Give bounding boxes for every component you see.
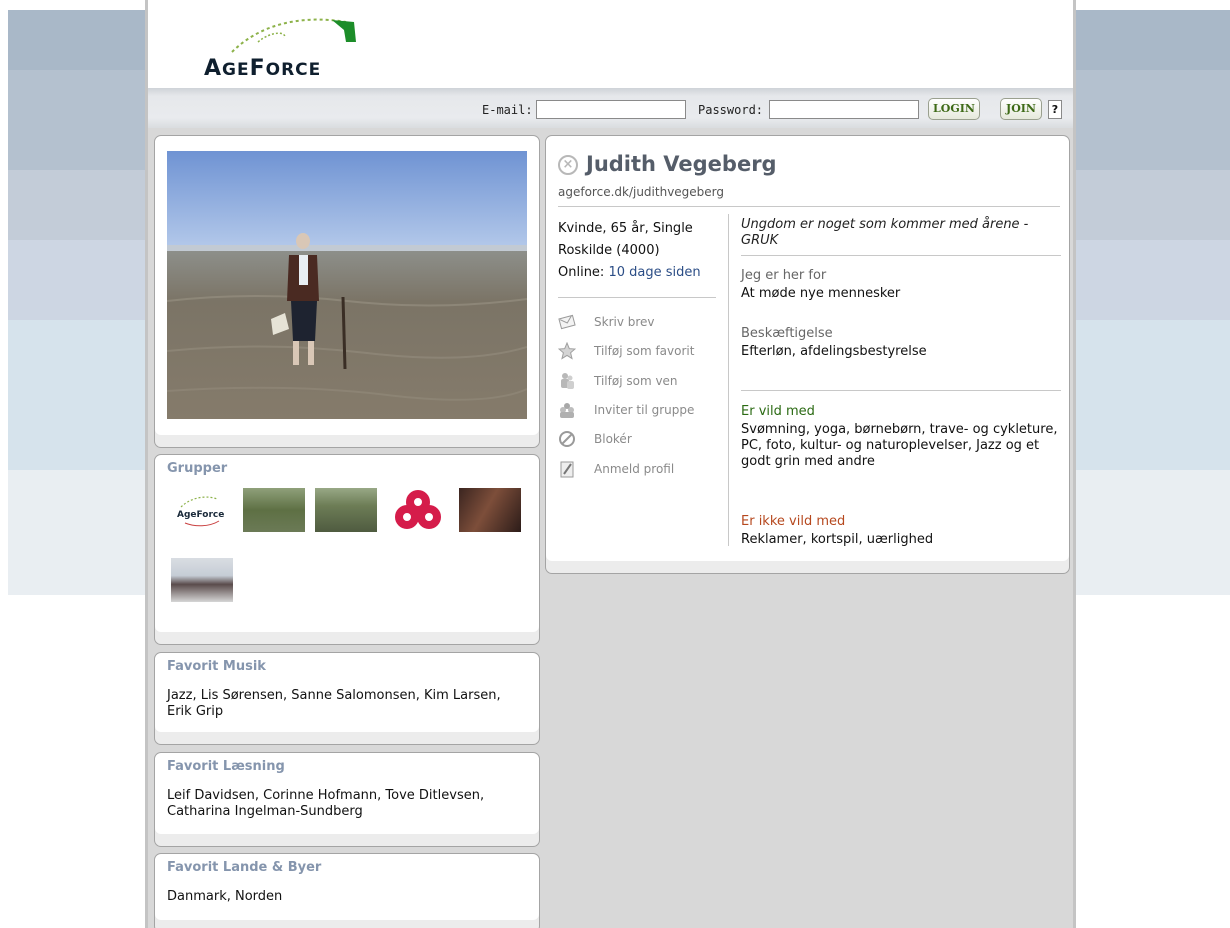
group-thumb-ageforce[interactable]: AgeForce	[171, 487, 233, 531]
favorite-music-text: Jazz, Lis Sørensen, Sanne Salomonsen, Ki…	[167, 688, 501, 719]
group-thumb-label: AgeForce	[177, 510, 224, 520]
likes-value: Svømning, yoga, børnebørn, trave- og cyk…	[741, 422, 1058, 469]
action-block[interactable]: Blokér	[558, 430, 632, 448]
occupation-value: Efterløn, afdelingsbestyrelse	[741, 344, 927, 359]
action-report-profile[interactable]: Anmeld profil	[558, 460, 674, 478]
favorite-reading-box: Favorit Læsning Leif Davidsen, Corinne H…	[154, 752, 540, 847]
divider	[741, 390, 1061, 391]
profile-name: Judith Vegeberg	[586, 152, 777, 176]
close-icon[interactable]: ×	[558, 155, 578, 175]
favorite-reading-text: Leif Davidsen, Corinne Hofmann, Tove Dit…	[167, 788, 485, 819]
profile-photo-box	[154, 135, 540, 448]
occupation-label: Beskæftigelse	[741, 326, 833, 341]
email-field[interactable]	[536, 100, 686, 119]
group-thumb-photo[interactable]	[171, 558, 233, 602]
action-invite-group[interactable]: Inviter til gruppe	[558, 401, 694, 419]
dislikes-label: Er ikke vild med	[741, 514, 846, 529]
group-thumb-photo[interactable]	[459, 488, 521, 532]
groups-box: Grupper AgeForce	[154, 454, 540, 645]
logo-text: AGEFORCE	[204, 56, 322, 81]
profile-online: Online: 10 dage siden	[558, 262, 701, 284]
page-container: AGEFORCE E-mail: Password: LOGIN JOIN ?	[145, 0, 1076, 928]
site-header: AGEFORCE	[148, 0, 1073, 88]
action-label: Tilføj som favorit	[594, 344, 695, 358]
group-thumb-photo[interactable]	[243, 488, 305, 532]
favorite-places-box: Favorit Lande & Byer Danmark, Norden	[154, 853, 540, 928]
column-divider	[728, 214, 729, 546]
action-write-letter[interactable]: Skriv brev	[558, 313, 655, 331]
profile-facts: Kvinde, 65 år, Single Roskilde (4000) On…	[558, 218, 701, 284]
group-icon	[558, 401, 576, 419]
favorite-music-title: Favorit Musik	[167, 659, 266, 674]
favorite-music-box: Favorit Musik Jazz, Lis Sørensen, Sanne …	[154, 652, 540, 745]
logo-swoosh-icon	[231, 18, 356, 53]
dislikes-value: Reklamer, kortspil, uærlighed	[741, 532, 934, 547]
here-for-value: At møde nye mennesker	[741, 286, 901, 301]
profile-box: × Judith Vegeberg ageforce.dk/judithvege…	[545, 135, 1070, 574]
block-icon	[558, 430, 576, 448]
password-field[interactable]	[769, 100, 919, 119]
login-bar: E-mail: Password: LOGIN JOIN ?	[148, 88, 1073, 128]
cloverleaf-logo-icon	[395, 490, 441, 529]
email-label: E-mail:	[482, 103, 533, 117]
likes-label: Er vild med	[741, 404, 815, 419]
ageforce-mini-logo-icon: AgeForce	[177, 496, 224, 527]
profile-motto: Ungdom er noget som kommer med årene - G…	[741, 217, 1029, 248]
groups-title: Grupper	[167, 461, 228, 476]
action-label: Anmeld profil	[594, 462, 675, 476]
star-icon	[557, 341, 577, 360]
online-label: Online:	[558, 265, 605, 280]
action-label: Tilføj som ven	[594, 374, 678, 388]
favorite-reading-title: Favorit Læsning	[167, 759, 285, 774]
report-icon	[558, 460, 576, 478]
friends-icon	[558, 372, 576, 390]
group-thumb-photo[interactable]	[315, 488, 377, 532]
action-label: Skriv brev	[594, 315, 655, 329]
favorite-places-title: Favorit Lande & Byer	[167, 860, 322, 875]
password-label: Password:	[698, 103, 764, 117]
profile-photo-image	[167, 151, 527, 419]
divider	[558, 206, 1060, 207]
here-for-label: Jeg er her for	[741, 268, 827, 283]
profile-photo[interactable]	[167, 151, 527, 419]
group-thumb-logo[interactable]	[387, 488, 449, 532]
action-add-friend[interactable]: Tilføj som ven	[558, 372, 678, 390]
envelope-icon	[558, 313, 576, 331]
help-button[interactable]: ?	[1048, 100, 1062, 119]
favorite-places-text: Danmark, Norden	[167, 889, 283, 904]
profile-url[interactable]: ageforce.dk/judithvegeberg	[558, 185, 724, 199]
join-button[interactable]: JOIN	[1000, 98, 1042, 120]
profile-basics: Kvinde, 65 år, Single	[558, 221, 693, 236]
action-label: Blokér	[594, 432, 632, 446]
action-add-favorite[interactable]: Tilføj som favorit	[557, 341, 695, 360]
online-value: 10 dage siden	[608, 265, 701, 280]
action-label: Inviter til gruppe	[594, 403, 695, 417]
login-button[interactable]: LOGIN	[928, 98, 980, 120]
profile-city: Roskilde (4000)	[558, 243, 660, 258]
divider	[741, 255, 1061, 256]
ageforce-logo[interactable]: AGEFORCE	[200, 12, 400, 82]
divider	[558, 297, 716, 298]
